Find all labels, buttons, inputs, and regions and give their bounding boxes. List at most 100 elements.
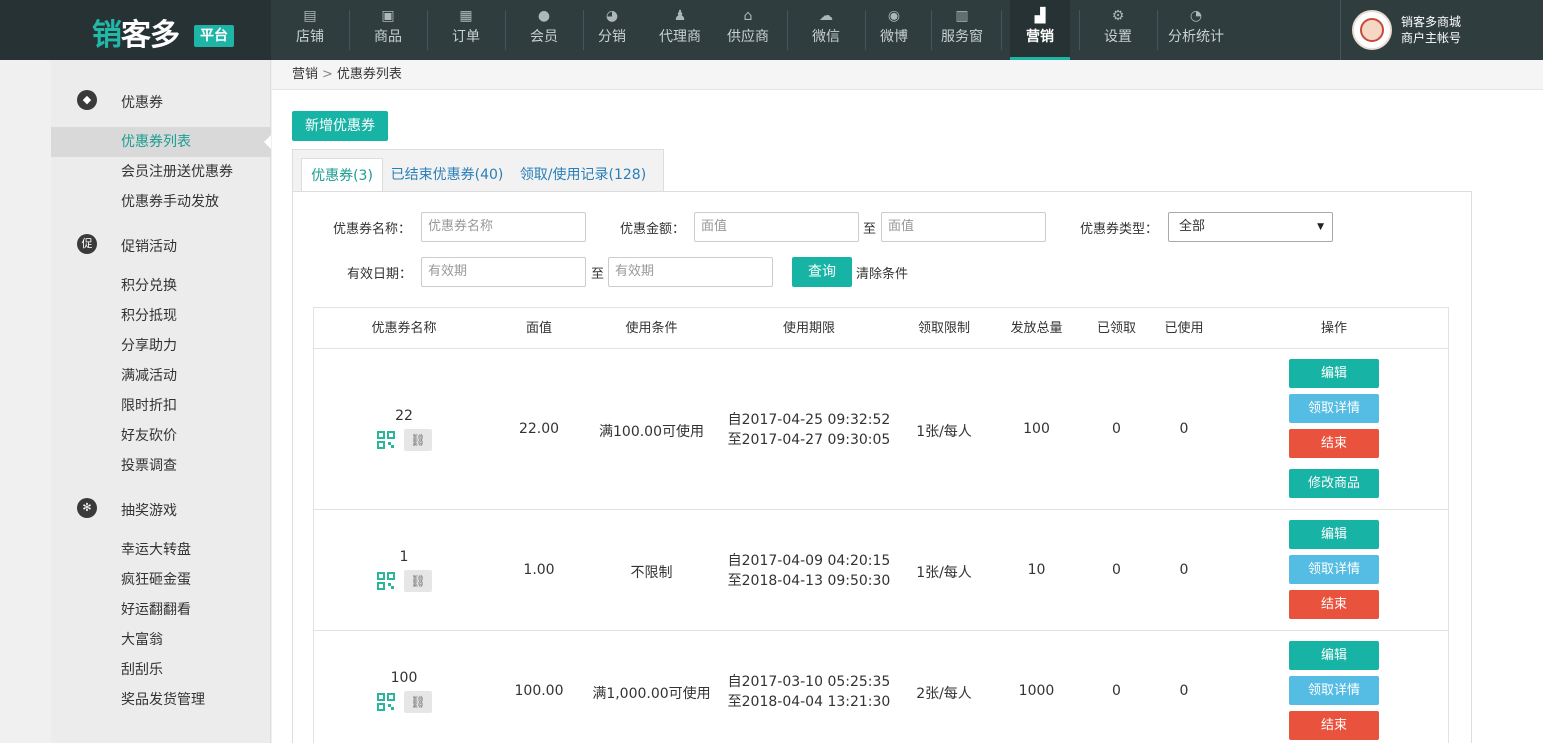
sidebar-item-points-cash[interactable]: 积分抵现 bbox=[51, 301, 271, 331]
nav-weibo[interactable]: ◉ 微博 bbox=[865, 0, 923, 60]
date-to-label: 至 bbox=[591, 267, 605, 282]
analytics-icon: ◔ bbox=[1189, 8, 1203, 24]
service-icon: ▥ bbox=[955, 8, 969, 24]
nav-settings[interactable]: ⚙ 设置 bbox=[1089, 0, 1147, 60]
sidebar-item-monopoly[interactable]: 大富翁 bbox=[51, 625, 271, 655]
date-end-input[interactable]: 有效期 bbox=[608, 257, 773, 287]
coupon-received: 0 bbox=[1112, 421, 1121, 437]
qrcode-icon[interactable] bbox=[377, 572, 395, 590]
name-filter-label: 优惠券名称： bbox=[333, 222, 412, 237]
link-icon[interactable]: ⛓ bbox=[404, 570, 432, 592]
sidebar-item-register-coupon[interactable]: 会员注册送优惠券 bbox=[51, 157, 271, 187]
sidebar-item-flash-discount[interactable]: 限时折扣 bbox=[51, 391, 271, 421]
edit-button[interactable]: 编辑 bbox=[1289, 641, 1379, 670]
coupon-name: 100 bbox=[390, 670, 418, 686]
nav-store[interactable]: ▤ 店铺 bbox=[281, 0, 339, 60]
qrcode-icon[interactable] bbox=[377, 431, 395, 449]
edit-button[interactable]: 编辑 bbox=[1289, 359, 1379, 388]
detail-button[interactable]: 领取详情 bbox=[1289, 676, 1379, 705]
coupon-limit: 1张/每人 bbox=[916, 424, 972, 440]
agent-icon: ♟ bbox=[673, 8, 687, 24]
coupon-received: 0 bbox=[1112, 562, 1121, 578]
coupon-name: 1 bbox=[399, 549, 409, 565]
sidebar-item-prize-shipping[interactable]: 奖品发货管理 bbox=[51, 685, 271, 715]
tab-coupons[interactable]: 优惠券(3) bbox=[301, 158, 383, 192]
sidebar-item-manual-coupon[interactable]: 优惠券手动发放 bbox=[51, 187, 271, 217]
logo[interactable]: 销客多 平台 bbox=[0, 0, 271, 60]
sidebar-item-golden-egg[interactable]: 疯狂砸金蛋 bbox=[51, 565, 271, 595]
nav-supplier[interactable]: ⌂ 供应商 bbox=[719, 0, 777, 60]
coupon-period: 自2017-03-10 05:25:35 至2018-04-04 13:21:30 bbox=[727, 674, 891, 710]
col-actions: 操作 bbox=[1320, 321, 1347, 336]
sidebar-item-bargain[interactable]: 好友砍价 bbox=[51, 421, 271, 451]
coupon-type-select[interactable]: 全部 ▼ bbox=[1168, 212, 1333, 242]
store-icon: ▤ bbox=[303, 8, 317, 24]
amount-min-input[interactable]: 面值 bbox=[694, 212, 859, 242]
nav-distribution[interactable]: ◕ 分销 bbox=[587, 0, 637, 60]
link-icon[interactable]: ⛓ bbox=[404, 691, 432, 713]
member-icon: ● bbox=[537, 8, 551, 24]
nav-marketing[interactable]: ▟ 营销 bbox=[1010, 0, 1070, 60]
qrcode-icon[interactable] bbox=[377, 693, 395, 711]
sidebar-item-coupon-list[interactable]: 优惠券列表 bbox=[51, 127, 271, 157]
modify-goods-button[interactable]: 修改商品 bbox=[1289, 469, 1379, 498]
date-start-input[interactable]: 有效期 bbox=[421, 257, 586, 287]
end-button[interactable]: 结束 bbox=[1289, 711, 1379, 740]
sidebar-group-game[interactable]: ✻ 抽奖游戏 bbox=[51, 494, 271, 524]
coupon-period: 自2017-04-25 09:32:52 至2017-04-27 09:30:05 bbox=[727, 412, 891, 448]
nav-service[interactable]: ▥ 服务窗 bbox=[935, 0, 989, 60]
coupon-total: 1000 bbox=[1018, 683, 1055, 699]
col-total: 发放总量 bbox=[1010, 321, 1063, 336]
bag-icon: ▣ bbox=[381, 8, 395, 24]
weibo-icon: ◉ bbox=[887, 8, 901, 24]
coupon-condition: 满100.00可使用 bbox=[599, 424, 704, 440]
tab-records[interactable]: 领取/使用记录(128) bbox=[515, 158, 651, 192]
sidebar-item-share-assist[interactable]: 分享助力 bbox=[51, 331, 271, 361]
tab-ended-coupons[interactable]: 已结束优惠券(40) bbox=[389, 158, 505, 192]
nav-orders[interactable]: ▦ 订单 bbox=[437, 0, 495, 60]
coupon-condition: 不限制 bbox=[630, 565, 673, 581]
clear-filters-link[interactable]: 清除条件 bbox=[856, 263, 908, 282]
avatar bbox=[1352, 10, 1392, 50]
sidebar-item-flip-card[interactable]: 好运翻翻看 bbox=[51, 595, 271, 625]
user-menu[interactable]: 销客多商城 商户主帐号 bbox=[1340, 0, 1543, 60]
col-name: 优惠券名称 bbox=[371, 321, 437, 336]
pie-icon: ◕ bbox=[605, 8, 619, 24]
chart-icon: ▟ bbox=[1034, 8, 1046, 24]
sidebar-item-scratch[interactable]: 刮刮乐 bbox=[51, 655, 271, 685]
breadcrumb-separator: > bbox=[322, 67, 333, 82]
tab-bar: 优惠券(3) 已结束优惠券(40) 领取/使用记录(128) bbox=[292, 149, 664, 192]
query-button[interactable]: 查询 bbox=[792, 257, 852, 287]
nav-agent[interactable]: ♟ 代理商 bbox=[651, 0, 709, 60]
coupon-limit: 2张/每人 bbox=[916, 686, 972, 702]
detail-button[interactable]: 领取详情 bbox=[1289, 555, 1379, 584]
amount-max-input[interactable]: 面值 bbox=[881, 212, 1046, 242]
amount-to-label: 至 bbox=[863, 222, 877, 237]
sidebar-group-promo[interactable]: 促 促销活动 bbox=[51, 230, 271, 260]
promo-icon: 促 bbox=[77, 234, 97, 254]
detail-button[interactable]: 领取详情 bbox=[1289, 394, 1379, 423]
sidebar-item-points-exchange[interactable]: 积分兑换 bbox=[51, 271, 271, 301]
nav-goods[interactable]: ▣ 商品 bbox=[359, 0, 417, 60]
sidebar-group-coupon[interactable]: ◆ 优惠券 bbox=[51, 86, 271, 116]
chevron-down-icon: ▼ bbox=[1317, 222, 1324, 232]
nav-analytics[interactable]: ◔ 分析统计 bbox=[1163, 0, 1229, 60]
coupon-total: 10 bbox=[1027, 562, 1046, 578]
coupon-used: 0 bbox=[1179, 562, 1189, 578]
end-button[interactable]: 结束 bbox=[1289, 590, 1379, 619]
sidebar-item-full-reduction[interactable]: 满减活动 bbox=[51, 361, 271, 391]
end-button[interactable]: 结束 bbox=[1289, 429, 1379, 458]
link-icon[interactable]: ⛓ bbox=[404, 429, 432, 451]
add-coupon-button[interactable]: 新增优惠券 bbox=[292, 111, 388, 141]
breadcrumb-parent[interactable]: 营销 bbox=[292, 67, 318, 82]
nav-wechat[interactable]: ☁ 微信 bbox=[797, 0, 855, 60]
sidebar-item-vote[interactable]: 投票调查 bbox=[51, 451, 271, 481]
coupon-name-input[interactable]: 优惠券名称 bbox=[421, 212, 586, 242]
coupon-used: 0 bbox=[1179, 421, 1189, 437]
order-icon: ▦ bbox=[459, 8, 473, 24]
nav-members[interactable]: ● 会员 bbox=[515, 0, 573, 60]
sidebar-item-wheel[interactable]: 幸运大转盘 bbox=[51, 535, 271, 565]
col-limit: 领取限制 bbox=[917, 321, 970, 336]
table-header: 优惠券名称 面值 使用条件 使用期限 领取限制 发放总量 已领取 已使用 操作 bbox=[314, 308, 1448, 349]
edit-button[interactable]: 编辑 bbox=[1289, 520, 1379, 549]
